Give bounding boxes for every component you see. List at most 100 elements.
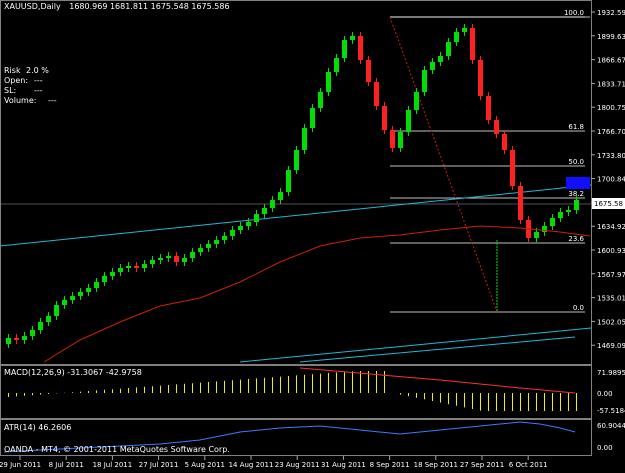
time-tick-label: 18 Jul 2011 [93,461,133,469]
time-tick-label: 14 Aug 2011 [229,461,274,469]
candle-body [326,72,331,92]
time-tick-label: 29 Jun 2011 [0,461,41,469]
macd-tick-label: -57.5184 [597,407,625,415]
alert-box [566,177,590,189]
trendline-lower-2 [299,336,576,363]
price-tick-label: 1899.63 [597,33,625,41]
ohlc-values: 1680.969 1681.811 1675.548 1675.586 [69,2,230,11]
candle-body [502,134,507,150]
candle-body [142,264,147,268]
candle-body [318,92,323,108]
candle-body [550,218,555,226]
fib-level-label: 0.0 [573,304,584,312]
candle-body [46,316,51,322]
volume-label: Volume: [4,96,37,105]
candle-body [158,258,163,260]
moving-average-line [43,225,591,363]
candle-body [166,256,171,258]
time-tick-label: 27 Sep 2011 [460,461,504,469]
candle-body [246,222,251,226]
candle-body [78,292,83,296]
price-tick-label: 1469.09 [597,342,625,350]
candle-body [398,132,403,148]
candle-body [558,212,563,218]
candle-body [470,28,475,60]
open-label: Open: [4,76,29,85]
candle-body [94,282,99,288]
candle-body [534,232,539,238]
price-tick-label: 1766.70 [597,128,625,136]
price-tick-label: 1600.93 [597,247,625,255]
risk-label: Risk [4,66,21,75]
time-tick-label: 23 Aug 2011 [275,461,320,469]
candle-body [54,305,59,316]
candle-body [334,58,339,72]
trendline-upper [0,184,592,247]
candle-body [198,248,203,252]
atr-tick-label: 0.00 [597,444,613,452]
candle-body [486,96,491,120]
time-tick-label: 18 Sep 2011 [414,461,458,469]
fib-level-label: 61.8 [568,123,584,131]
time-tick-label: 5 Aug 2011 [185,461,225,469]
price-tick-label: 1502.05 [597,318,625,326]
time-tick-label: 8 Jul 2011 [49,461,84,469]
candle-body [406,110,411,132]
main-pane-border [0,0,592,365]
candle-body [510,150,515,186]
candle-body [214,240,219,244]
price-tick-label: 1535.01 [597,295,625,303]
candle-body [454,32,459,42]
candle-body [462,28,467,32]
candle-body [422,70,427,92]
candle-body [446,42,451,56]
candle-body [294,150,299,170]
time-tick-label: 6 Oct 2011 [509,461,548,469]
price-tick-label: 1567.97 [597,271,625,279]
candle-body [414,92,419,110]
candle-body [278,192,283,200]
price-tick-label: 1733.80 [597,152,625,160]
candle-body [118,268,123,272]
current-price-label: 1675.58 [594,200,623,208]
candle-body [230,230,235,236]
candle-body [366,60,371,82]
candle-body [302,128,307,150]
candle-body [254,214,259,222]
price-tick-label: 1866.67 [597,57,625,65]
price-chart[interactable]: 1932.59 1899.63 1866.67 1833.71 1800.75 1766.… [0,0,625,469]
symbol-label: XAUUSD,Daily [4,2,61,11]
candle-body [134,266,139,268]
macd-signal-line [299,367,576,394]
candle-body [126,266,131,268]
candle-body [438,56,443,62]
candle-body [342,40,347,58]
macd-tick-label: 0.00 [597,390,613,398]
fib-level-label: 100.0 [564,9,584,17]
candle-body [110,272,115,276]
atr-tick-label: 60.9044 [597,422,625,430]
sl-value: --- [34,86,43,95]
candle-body [262,208,267,214]
candle-body [574,200,579,210]
candle-body [62,300,67,305]
candle-body [222,236,227,240]
candle-body [566,210,571,212]
candle-body [390,130,395,148]
candle-body [206,244,211,248]
volume-value: --- [48,96,57,105]
candle-body [478,60,483,96]
price-tick-label: 1833.71 [597,80,625,88]
candle-body [14,338,19,340]
candle-body [6,338,11,344]
candle-body [70,296,75,300]
candle-body [190,252,195,258]
candle-body [430,62,435,70]
risk-info-panel: Risk 2.0 % Open: --- SL: --- Volume: --- [4,66,57,106]
candle-body [238,226,243,230]
price-tick-label: 1700.84 [597,176,625,184]
time-tick-label: 31 Aug 2011 [321,461,366,469]
candle-body [358,36,363,60]
watermark-text: OANDA - MT4, © 2001-2011 MetaQuotes Soft… [4,445,230,454]
trading-chart-window[interactable]: 1932.59 1899.63 1866.67 1833.71 1800.75 1766.… [0,0,625,469]
